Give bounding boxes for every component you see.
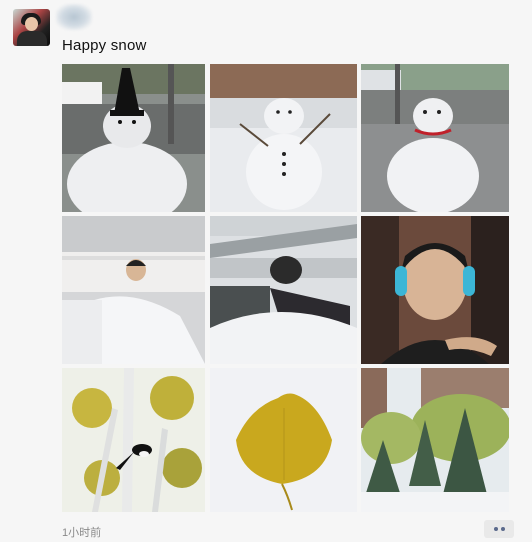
photo-snowy-pine-trees[interactable] — [361, 368, 509, 512]
post-caption: Happy snow — [62, 37, 147, 54]
photo-magpie-in-yellow-tree[interactable] — [62, 368, 205, 512]
photo-covered-car-under-snow[interactable] — [210, 216, 357, 364]
photo-snowman-with-black-hat[interactable] — [62, 64, 205, 212]
photo-person-behind-snow-pile[interactable] — [62, 216, 205, 364]
more-actions-button[interactable] — [484, 520, 514, 538]
photo-snowman-with-red-scarf[interactable] — [361, 64, 509, 212]
avatar-body — [17, 31, 47, 46]
post-timestamp: 1小时前 — [62, 527, 102, 539]
user-avatar[interactable] — [13, 9, 50, 46]
blurred-username[interactable] — [56, 4, 92, 30]
photo-yellow-leaf-on-snow[interactable] — [210, 368, 357, 512]
moments-post: Happy snow 1小时前 — [0, 0, 532, 542]
more-dots-icon — [500, 527, 505, 531]
avatar-face — [25, 17, 38, 31]
more-dots-icon — [493, 527, 498, 531]
photo-snowman-with-stick-arms[interactable] — [210, 64, 357, 212]
photo-man-with-headphones[interactable] — [361, 216, 509, 364]
